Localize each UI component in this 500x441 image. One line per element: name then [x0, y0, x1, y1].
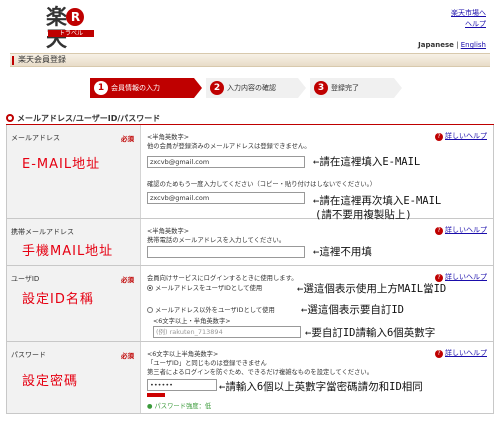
help-icon: ?: [435, 227, 443, 235]
email-input[interactable]: zxcvb@gmail.com: [147, 156, 305, 168]
step-2: 2 入力内容の確認: [206, 78, 306, 98]
mobile-email-label: 携帯メールアドレス: [11, 228, 74, 236]
required-badge: 必須: [121, 352, 134, 360]
section-bullet-icon: [6, 114, 14, 122]
help-link[interactable]: ヘルプ: [451, 19, 486, 30]
mobile-email-row: 携帯メールアドレス 手機MAIL地址 ? 詳しいヘルプ <半角英数字> 携帯電話の…: [6, 219, 494, 266]
lang-separator: |: [456, 41, 459, 49]
step-3-number: 3: [314, 81, 328, 95]
userid-row: ユーザID 必須 設定ID名稱 ? 詳しいヘルプ 会員向けサービスにログインすると…: [6, 266, 494, 342]
email-label-cell: メールアドレス 必須 E-MAIL地址: [7, 125, 141, 218]
email-confirm-input[interactable]: zxcvb@gmail.com: [147, 192, 305, 204]
password-input[interactable]: ••••••: [147, 379, 217, 391]
email-annotation: E-MAIL地址: [22, 157, 101, 172]
userid-arrow-2: ←選這個表示要自訂ID: [301, 304, 404, 316]
mobile-instruction: 携帯電話のメールアドレスを入力してください。: [147, 237, 286, 244]
mobile-label-cell: 携帯メールアドレス 手機MAIL地址: [7, 219, 141, 265]
password-strength-text: パスワード強度：低: [154, 403, 212, 410]
help-icon: ?: [435, 133, 443, 141]
step-1: 1 会員情報の入力: [90, 78, 202, 98]
required-badge: 必須: [121, 135, 134, 143]
header-links: 楽天市場へ ヘルプ: [451, 8, 486, 30]
userid-radio-mail[interactable]: メールアドレスをユーザIDとして使用: [147, 283, 262, 292]
password-annotation: 設定密碼: [22, 374, 79, 389]
section-title-text: メールアドレス/ユーザーID/パスワード: [17, 114, 161, 123]
userid-radio-mail-label: メールアドレスをユーザIDとして使用: [155, 285, 263, 292]
email-registered-note: 他の会員が登録済みのメールアドレスは登録できません。: [147, 143, 311, 150]
page-title: 楽天会員登録: [10, 53, 490, 67]
help-link-label: 詳しいヘルプ: [445, 349, 487, 357]
userid-annotation: 設定ID名稱: [22, 292, 94, 307]
logo-r-circle: R: [66, 8, 84, 26]
userid-format-note: <6文字以上・半角英数字>: [153, 318, 231, 325]
email-arrow-annotation: ←請在這裡填入E-MAIL: [313, 156, 421, 168]
userid-input[interactable]: (例) rakuten_713894: [153, 326, 301, 338]
userid-arrow-3: ←要自訂ID請輸入6個英數字: [305, 327, 436, 339]
userid-radio-custom[interactable]: メールアドレス以外をユーザIDとして使用: [147, 305, 275, 314]
password-label: パスワード: [11, 351, 46, 359]
password-label-cell: パスワード 必須 設定密碼: [7, 342, 141, 413]
step-2-number: 2: [210, 81, 224, 95]
lang-japanese: Japanese: [418, 41, 454, 49]
userid-note: 会員向けサービスにログインするときに使用します。: [147, 275, 298, 282]
password-format-note: <6文字以上半角英数字>: [147, 351, 219, 358]
mobile-email-input[interactable]: [147, 246, 305, 258]
help-icon: ?: [435, 350, 443, 358]
userid-label: ユーザID: [11, 275, 40, 283]
password-help-link[interactable]: ? 詳しいヘルプ: [435, 348, 487, 358]
password-strength-bar: [147, 393, 165, 397]
password-security-note: 第三者によるログインを防ぐため、できるだけ複雑なものを設定してください。: [147, 369, 373, 376]
password-strength-label: ● パスワード強度：低: [147, 403, 212, 410]
rakuten-travel-logo[interactable]: 楽 R天 トラベル: [46, 6, 96, 50]
userid-radio-custom-label: メールアドレス以外をユーザIDとして使用: [155, 307, 275, 314]
mobile-help-link[interactable]: ? 詳しいヘルプ: [435, 225, 487, 235]
radio-unselected-icon[interactable]: [147, 307, 153, 313]
password-arrow-annotation: ←請輸入6個以上英數字當密碼請勿和ID相同: [219, 381, 423, 393]
email-label: メールアドレス: [11, 134, 60, 142]
progress-steps: 1 会員情報の入力 2 入力内容の確認 3 登録完了: [90, 78, 406, 98]
help-link-label: 詳しいヘルプ: [445, 273, 487, 281]
userid-label-cell: ユーザID 必須 設定ID名稱: [7, 266, 141, 341]
logo-kanji-1: 楽: [46, 5, 67, 29]
email-row: メールアドレス 必須 E-MAIL地址 ? 詳しいヘルプ <半角英数字> 他の会員…: [6, 125, 494, 221]
logo-sub-text: トラベル: [48, 30, 94, 37]
help-link-label: 詳しいヘルプ: [445, 132, 487, 140]
mobile-format-note: <半角英数字>: [147, 228, 190, 235]
step-3: 3 登録完了: [310, 78, 402, 98]
mobile-annotation: 手機MAIL地址: [22, 244, 114, 259]
required-badge: 必須: [121, 276, 134, 284]
radio-selected-icon[interactable]: [147, 285, 153, 291]
logo-text: 楽 R天: [46, 6, 96, 50]
password-same-id-note: 「ユーザID」と同じものは登録できません: [147, 360, 267, 367]
userid-arrow-1: ←選這個表示使用上方MAIL當ID: [297, 283, 447, 295]
email-format-note: <半角英数字>: [147, 134, 190, 141]
email-confirm-arrow-annotation: ←請在這裡再次填入E-MAIL: [313, 195, 442, 207]
step-1-number: 1: [94, 81, 108, 95]
email-help-link[interactable]: ? 詳しいヘルプ: [435, 131, 487, 141]
step-1-label: 会員情報の入力: [111, 84, 160, 92]
step-3-label: 登録完了: [331, 84, 359, 92]
rakuten-market-link[interactable]: 楽天市場へ: [451, 8, 486, 19]
lang-english-link[interactable]: English: [461, 41, 486, 49]
language-switch: Japanese | English: [418, 41, 486, 49]
help-link-label: 詳しいヘルプ: [445, 226, 487, 234]
step-2-label: 入力内容の確認: [227, 84, 276, 92]
password-row: パスワード 必須 設定密碼 ? 詳しいヘルプ <6文字以上半角英数字> 「ユーザI…: [6, 342, 494, 414]
mobile-arrow-annotation: ←這裡不用填: [313, 246, 372, 258]
section-title: メールアドレス/ユーザーID/パスワード: [6, 113, 160, 124]
email-confirm-note: 確認のためもう一度入力してください（コピー・貼り付けはしないでください。）: [147, 181, 377, 188]
